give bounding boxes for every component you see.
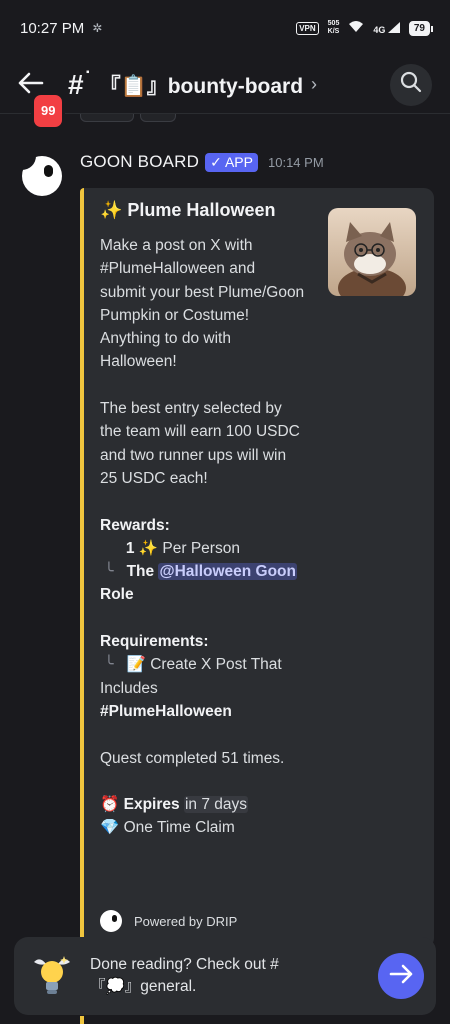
quest-completed: Quest completed 51 times.	[100, 749, 285, 767]
claim-line: 💎 One Time Claim	[100, 816, 305, 839]
back-button[interactable]: 99	[18, 70, 66, 130]
speed-value: 505	[327, 20, 340, 27]
message-header: GOON BOARD ✓ APP 10:14 PM	[80, 152, 324, 172]
reward-suffix: Role	[100, 586, 134, 604]
requirements-heading: Requirements:	[100, 633, 209, 651]
network-type: 4G	[373, 24, 386, 35]
search-icon	[400, 71, 422, 98]
network-speed: 505 K/S	[328, 20, 340, 36]
status-time: 10:27 PM	[20, 19, 85, 37]
gem-icon: 💎	[100, 819, 120, 837]
rewards-heading: Rewards:	[100, 516, 170, 534]
expires-label: Expires	[123, 796, 180, 814]
reward-prefix: The	[126, 563, 155, 581]
bounty-embed: ✨ Plume Halloween Make a post on X with …	[80, 188, 434, 948]
footer-text: Powered by DRIP	[134, 913, 238, 929]
avatar[interactable]	[22, 156, 62, 196]
embed-description: Make a post on X with #PlumeHalloween an…	[100, 234, 305, 840]
sparkle-icon: ✨	[138, 539, 159, 557]
hash-lock-icon: # ▪	[68, 66, 90, 100]
description-paragraph: The best entry selected by the team will…	[100, 400, 300, 487]
embed-footer: Powered by DRIP	[100, 910, 237, 932]
expires-value: in 7 days	[183, 796, 248, 814]
lightbulb-icon	[30, 952, 74, 1000]
description-paragraph: Make a post on X with #PlumeHalloween an…	[100, 237, 305, 371]
signal-icon: 4G	[373, 21, 400, 35]
cat-thumbnail[interactable]	[328, 208, 416, 296]
message-timestamp: 10:14 PM	[268, 154, 324, 170]
reward-text: Per Person	[162, 539, 240, 557]
reaction-pill[interactable]	[140, 114, 176, 122]
tree-branch-icon: ╰	[100, 563, 123, 581]
next-embed-accent	[80, 1016, 84, 1024]
vpn-icon: VPN	[296, 21, 319, 35]
alarm-clock-icon: ⏰	[100, 796, 120, 814]
unread-badge: 99	[31, 91, 66, 130]
search-button[interactable]	[390, 63, 432, 106]
author-name[interactable]: GOON BOARD	[80, 152, 199, 172]
next-channel-banner: Done reading? Check out #『💭』general.	[14, 937, 436, 1015]
requirements-section: Requirements: ╰ 📝 Create X Post That Inc…	[100, 630, 305, 723]
reward-count: 1	[125, 539, 135, 557]
chevron-right-icon[interactable]: ›	[311, 74, 317, 95]
arrow-right-icon	[389, 964, 413, 989]
drip-logo-icon	[100, 910, 122, 932]
role-mention[interactable]: @Halloween Goon	[158, 563, 297, 581]
tree-branch-icon: ╰	[100, 656, 123, 674]
status-bar: 10:27 PM ✲ VPN 505 K/S 4G 79	[0, 0, 450, 56]
battery-icon: 79	[408, 20, 434, 36]
claim-text: One Time Claim	[123, 819, 235, 837]
gear-icon: ✲	[92, 21, 103, 35]
reaction-pill[interactable]	[80, 114, 134, 122]
channel-title[interactable]: 『📋』bounty-board	[100, 70, 303, 100]
battery-level: 79	[413, 22, 425, 34]
app-tag: ✓ APP	[205, 152, 258, 172]
next-channel-text: Done reading? Check out #『💭』general.	[90, 956, 279, 995]
go-to-channel-button[interactable]	[378, 953, 424, 999]
embed-title: ✨ Plume Halloween	[100, 200, 276, 220]
wifi-icon	[348, 20, 364, 36]
channel-header: 99 # ▪ 『📋』bounty-board ›	[0, 56, 450, 130]
rewards-section: Rewards: 1 ✨ Per Person ╰ The @Halloween…	[100, 514, 305, 607]
expiry-line: ⏰ Expires in 7 days	[100, 793, 305, 816]
requirement-hashtag: #PlumeHalloween	[100, 702, 232, 720]
memo-icon: 📝	[126, 656, 146, 674]
speed-unit: K/S	[327, 28, 340, 35]
status-icons: VPN 505 K/S 4G 79	[296, 20, 434, 36]
